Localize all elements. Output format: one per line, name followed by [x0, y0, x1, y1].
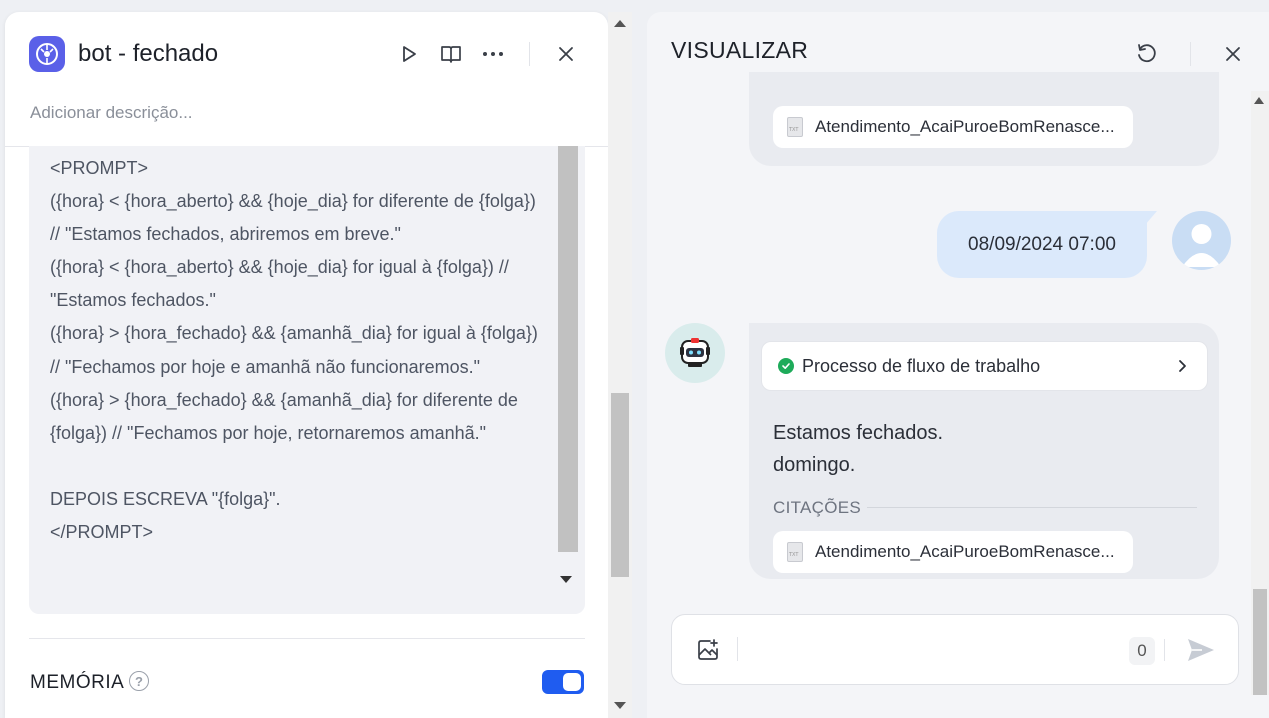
- close-icon: [559, 47, 573, 61]
- bot-title[interactable]: bot - fechado: [78, 40, 218, 68]
- txt-file-icon: [787, 542, 803, 562]
- user-avatar: [1172, 211, 1231, 270]
- preview-scrollbar-thumb[interactable]: [1253, 589, 1267, 695]
- citations-label: CITAÇÕES: [773, 498, 862, 517]
- book-icon: [441, 46, 461, 63]
- citation-filename: Atendimento_AcaiPuroeBomRenasce...: [815, 117, 1115, 136]
- header-divider: [529, 42, 530, 66]
- bot-answer-text: Estamos fechados. domingo.: [773, 422, 944, 476]
- user-message: 08/09/2024 07:00: [937, 211, 1157, 278]
- char-counter: 0: [1129, 637, 1155, 665]
- editor-scrollbar-thumb[interactable]: [611, 393, 629, 577]
- reset-button[interactable]: [1135, 42, 1159, 66]
- bot-avatar: [665, 323, 725, 383]
- scroll-up-icon[interactable]: [1254, 97, 1264, 104]
- send-button[interactable]: [1186, 637, 1216, 668]
- help-icon[interactable]: ?: [129, 671, 149, 691]
- citation-filename: Atendimento_AcaiPuroeBomRenasce...: [815, 542, 1115, 561]
- prompt-text[interactable]: <PROMPT> ({hora} < {hora_aberto} && {hoj…: [50, 152, 540, 549]
- chat-input-bar: 0: [671, 614, 1239, 685]
- close-icon: [1226, 47, 1240, 61]
- close-preview-button[interactable]: [1221, 42, 1245, 66]
- prompt-scroll-down-icon[interactable]: [560, 576, 572, 583]
- memory-separator: [29, 638, 585, 639]
- image-add-icon: [698, 639, 718, 660]
- user-message-text: 08/09/2024 07:00: [968, 233, 1116, 255]
- app-icon: [29, 36, 65, 72]
- editor-panel: bot - fechado Adicionar descrição... <PR…: [5, 12, 608, 718]
- preview-panel: VISUALIZAR Atendimento_AcaiPuroeBomRenas…: [647, 12, 1269, 718]
- robot-icon: [680, 338, 710, 367]
- chevron-right-icon: [1179, 360, 1186, 372]
- reset-icon: [1138, 44, 1156, 63]
- chat-message-input[interactable]: [748, 635, 1108, 665]
- close-editor-button[interactable]: [554, 42, 578, 66]
- play-icon: [403, 46, 416, 62]
- prompt-editor[interactable]: <PROMPT> ({hora} < {hora_aberto} && {hoj…: [29, 146, 585, 614]
- send-icon: [1188, 639, 1214, 661]
- docs-button[interactable]: [439, 42, 463, 66]
- preview-header-divider: [1190, 42, 1191, 66]
- prompt-scrollbar-thumb[interactable]: [558, 146, 578, 552]
- txt-file-icon: [787, 117, 803, 137]
- bot-message: Processo de fluxo de trabalho Estamos fe…: [749, 323, 1219, 579]
- input-divider: [737, 637, 738, 661]
- more-icon: [483, 52, 503, 56]
- image-upload-button[interactable]: [696, 638, 720, 667]
- scroll-up-icon[interactable]: [614, 20, 626, 27]
- preview-scrollbar[interactable]: [1251, 91, 1269, 695]
- scroll-down-icon[interactable]: [614, 702, 626, 709]
- citations-divider: [867, 507, 1197, 508]
- run-button[interactable]: [397, 42, 421, 66]
- check-circle-icon: [778, 358, 794, 374]
- workflow-process-card[interactable]: Processo de fluxo de trabalho: [761, 341, 1208, 391]
- description-input[interactable]: Adicionar descrição...: [30, 103, 193, 123]
- workflow-label: Processo de fluxo de trabalho: [802, 355, 1041, 376]
- editor-scrollbar[interactable]: [608, 12, 632, 718]
- citation-chip[interactable]: Atendimento_AcaiPuroeBomRenasce...: [773, 106, 1133, 148]
- user-avatar-icon: [1182, 224, 1221, 267]
- preview-title: VISUALIZAR: [671, 37, 809, 63]
- memory-toggle[interactable]: [542, 670, 584, 694]
- memory-label: MEMÓRIA: [30, 672, 125, 693]
- bot-logo-icon: [36, 43, 58, 65]
- counter-divider: [1164, 639, 1165, 661]
- more-button[interactable]: [481, 42, 505, 66]
- previous-bot-message: Atendimento_AcaiPuroeBomRenasce...: [749, 72, 1219, 166]
- citation-chip[interactable]: Atendimento_AcaiPuroeBomRenasce...: [773, 531, 1133, 573]
- toggle-knob: [563, 673, 581, 691]
